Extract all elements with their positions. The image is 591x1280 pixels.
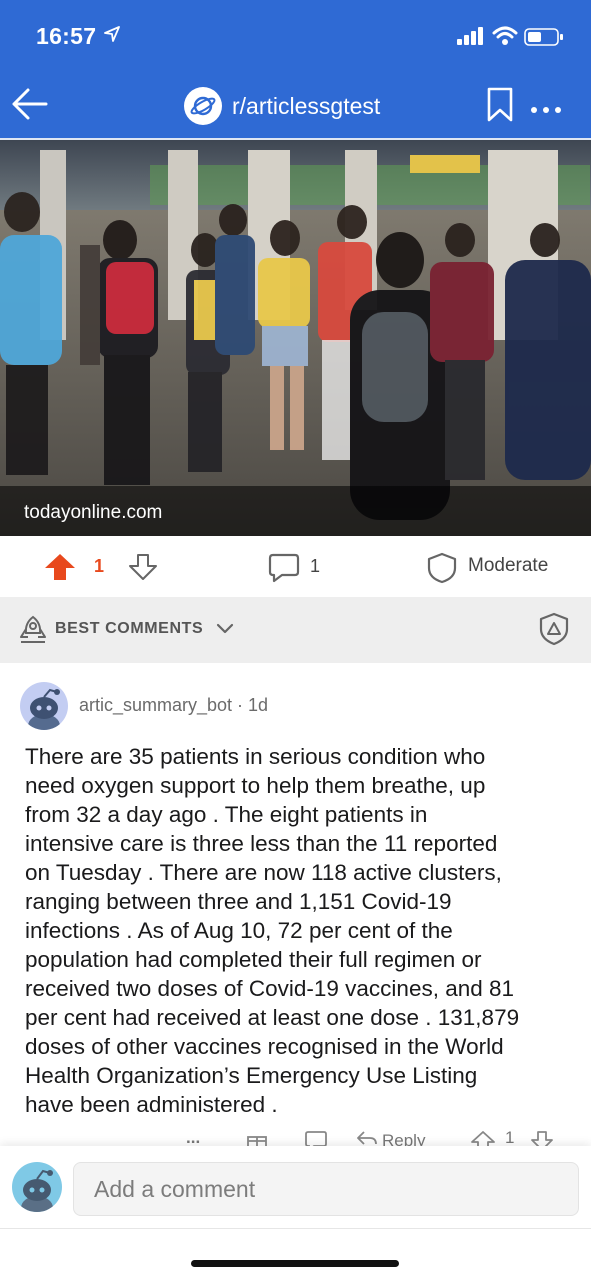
comment-line: from 32 a day ago . The eight patients i… bbox=[25, 802, 428, 827]
bookmark-icon[interactable] bbox=[486, 87, 514, 128]
award-gift-icon[interactable] bbox=[246, 1130, 268, 1146]
image-source-caption: todayonline.com bbox=[24, 502, 163, 523]
location-arrow-icon bbox=[104, 26, 120, 47]
comment-line: population had completed their full regi… bbox=[25, 947, 482, 972]
composer-divider bbox=[0, 1228, 591, 1229]
comment-reply-bubble-icon[interactable] bbox=[304, 1130, 328, 1146]
comment-composer-bar bbox=[0, 1146, 591, 1280]
status-bar: 16:57 bbox=[0, 0, 591, 74]
app-header: 16:57 r/articlessgtest bbox=[0, 0, 591, 138]
comment-score: 1 bbox=[505, 1128, 515, 1146]
comment-author-meta[interactable]: artic_summary_bot · 1d bbox=[79, 695, 268, 716]
comment-actions: ... Reply 1 bbox=[0, 1128, 591, 1146]
comment-downvote-icon[interactable] bbox=[530, 1130, 554, 1146]
snoo-avatar-icon bbox=[28, 688, 60, 730]
comment-count: 1 bbox=[310, 556, 321, 576]
add-comment-input[interactable] bbox=[73, 1162, 579, 1216]
comment-line: ranging between three and 1,151 Covid-19 bbox=[25, 889, 452, 914]
shield-icon[interactable] bbox=[426, 552, 458, 589]
avatar[interactable] bbox=[20, 682, 68, 730]
comment-line: have been administered . bbox=[25, 1092, 278, 1117]
comment-line: need oxygen support to help them breathe… bbox=[25, 773, 486, 798]
post-image[interactable]: todayonline.com bbox=[0, 140, 591, 536]
chevron-down-icon[interactable] bbox=[216, 622, 234, 640]
post-score: 1 bbox=[94, 556, 105, 576]
reply-label: Reply bbox=[382, 1130, 426, 1147]
comment-line: Health Organization’s Emergency Use List… bbox=[25, 1063, 478, 1088]
mod-shield-icon[interactable] bbox=[538, 612, 570, 651]
sort-label[interactable]: BEST COMMENTS bbox=[55, 620, 203, 638]
comment-line: received two doses of Covid-19 vaccines,… bbox=[25, 976, 515, 1001]
home-indicator[interactable] bbox=[191, 1260, 399, 1267]
crowd-photo bbox=[0, 140, 591, 536]
snoo-user-icon bbox=[21, 1169, 53, 1212]
reply-button[interactable]: Reply bbox=[356, 1130, 425, 1146]
comment-line: per cent had received at least one dose … bbox=[25, 1005, 520, 1030]
user-avatar[interactable] bbox=[12, 1162, 62, 1212]
comment-body: There are 35 patients in serious conditi… bbox=[25, 742, 573, 1119]
moderate-button[interactable]: Moderate bbox=[468, 555, 548, 577]
cellular-signal-icon bbox=[457, 27, 485, 50]
post-actions: 1 1 Moderate bbox=[0, 536, 591, 596]
back-arrow-icon[interactable] bbox=[10, 84, 50, 124]
upvote-icon[interactable] bbox=[44, 553, 76, 586]
comment-sort-bar: BEST COMMENTS bbox=[0, 597, 591, 663]
subreddit-icon bbox=[184, 87, 222, 125]
subreddit-name: r/articlessgtest bbox=[232, 92, 381, 119]
comment-line: on Tuesday . There are now 118 active cl… bbox=[25, 860, 502, 885]
comment-line: intensive care is three less than the 11… bbox=[25, 831, 498, 856]
more-options-icon[interactable] bbox=[530, 90, 562, 122]
downvote-icon[interactable] bbox=[128, 553, 158, 586]
comment-upvote-icon[interactable] bbox=[470, 1130, 496, 1146]
battery-icon bbox=[524, 28, 564, 51]
rocket-icon bbox=[18, 615, 48, 650]
comment-line: There are 35 patients in serious conditi… bbox=[25, 744, 486, 769]
comment-line: infections . As of Aug 10, 72 per cent o… bbox=[25, 918, 453, 943]
subreddit-title[interactable]: r/articlessgtest bbox=[184, 87, 380, 125]
navigation-bar: r/articlessgtest bbox=[0, 74, 591, 138]
comment-bubble-icon[interactable] bbox=[268, 553, 300, 588]
wifi-icon bbox=[492, 26, 518, 51]
comment-more-button[interactable]: ... bbox=[186, 1128, 200, 1146]
reply-arrow-icon bbox=[356, 1130, 378, 1146]
comment-line: doses of other vaccines recognised in th… bbox=[25, 1034, 504, 1059]
status-time: 16:57 bbox=[36, 23, 97, 49]
